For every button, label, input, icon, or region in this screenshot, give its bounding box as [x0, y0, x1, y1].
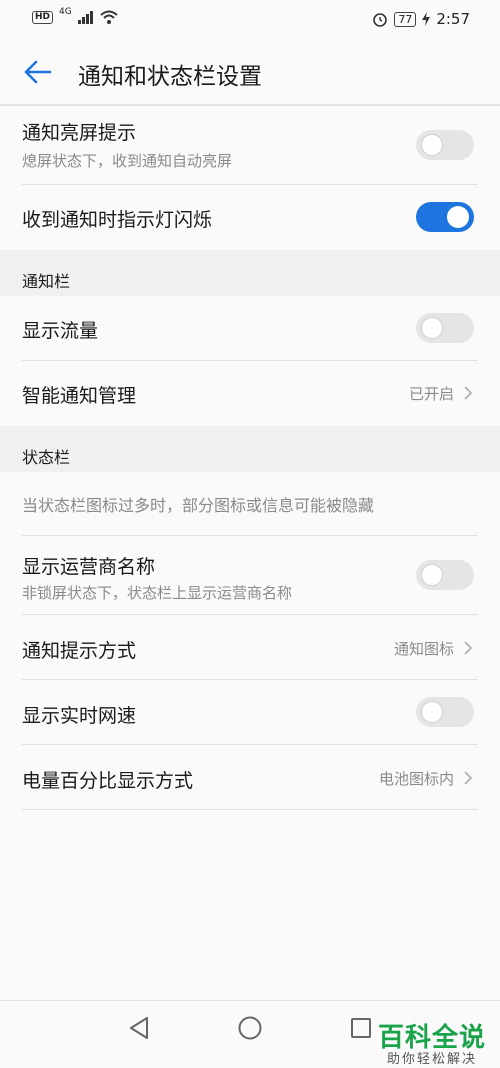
- wifi-icon: [100, 10, 118, 24]
- status-right: 77 2:57: [372, 10, 470, 28]
- setting-screen-wake[interactable]: 通知亮屏提示 熄屏状态下，收到通知自动亮屏: [22, 106, 478, 185]
- watermark-sub: 助你轻松解决: [386, 1052, 477, 1067]
- setting-subtitle: 熄屏状态下，收到通知自动亮屏: [22, 152, 233, 170]
- network-type: 4G: [59, 7, 72, 17]
- section-label: 状态栏: [22, 448, 71, 467]
- header: 通知和状态栏设置: [0, 40, 500, 106]
- toggle-knob: [447, 206, 469, 228]
- setting-title: 显示流量: [22, 320, 99, 342]
- watermark-main: 百科全说: [377, 1023, 486, 1053]
- toggle-knob: [421, 134, 443, 156]
- carrier-name-toggle[interactable]: [416, 560, 474, 590]
- setting-smart-notify[interactable]: 智能通知管理 已开启: [22, 361, 478, 425]
- status-left: HD 4G: [32, 7, 118, 24]
- section-status-bar: 状态栏: [0, 426, 500, 472]
- status-bar-hint: 当状态栏图标过多时，部分图标或信息可能被隐藏: [0, 472, 500, 534]
- setting-title: 通知亮屏提示: [22, 122, 137, 144]
- setting-net-speed[interactable]: 显示实时网速: [22, 680, 478, 745]
- setting-title: 通知提示方式: [22, 640, 137, 662]
- back-triangle-icon[interactable]: [127, 1015, 151, 1041]
- led-blink-toggle[interactable]: [416, 202, 474, 232]
- back-arrow-icon[interactable]: [20, 56, 56, 88]
- setting-title: 显示实时网速: [22, 705, 137, 727]
- setting-title: 智能通知管理: [22, 385, 137, 407]
- recents-square-icon[interactable]: [349, 1016, 373, 1040]
- section-notification-bar: 通知栏: [0, 250, 500, 296]
- setting-value: 通知图标: [393, 640, 454, 658]
- charging-icon: [422, 12, 431, 26]
- setting-value: 电池图标内: [378, 770, 454, 788]
- clock: 2:57: [436, 10, 470, 28]
- watermark-logo: 百科全说 助你轻松解决: [378, 1024, 486, 1068]
- signal-icon: [77, 11, 93, 24]
- setting-carrier-name[interactable]: 显示运营商名称 非锁屏状态下，状态栏上显示运营商名称: [22, 535, 478, 615]
- chevron-right-icon: [464, 641, 473, 655]
- show-traffic-toggle[interactable]: [416, 313, 474, 343]
- alarm-icon: [373, 13, 388, 27]
- chevron-right-icon: [464, 771, 473, 785]
- setting-subtitle: 非锁屏状态下，状态栏上显示运营商名称: [22, 584, 293, 602]
- setting-show-traffic[interactable]: 显示流量: [22, 296, 478, 361]
- setting-battery-percent[interactable]: 电量百分比显示方式 电池图标内: [22, 745, 478, 810]
- home-circle-icon[interactable]: [237, 1015, 263, 1041]
- setting-notify-style[interactable]: 通知提示方式 通知图标: [22, 614, 478, 680]
- page-title: 通知和状态栏设置: [78, 64, 262, 90]
- status-bar: HD 4G 77 2:57: [0, 0, 500, 40]
- hint-text: 当状态栏图标过多时，部分图标或信息可能被隐藏: [22, 496, 375, 515]
- toggle-knob: [421, 701, 443, 723]
- net-speed-toggle[interactable]: [416, 697, 474, 727]
- setting-title: 显示运营商名称: [22, 556, 156, 578]
- setting-title: 电量百分比显示方式: [22, 770, 194, 792]
- setting-led-blink[interactable]: 收到通知时指示灯闪烁: [22, 185, 478, 249]
- toggle-knob: [421, 317, 443, 339]
- chevron-right-icon: [464, 386, 473, 400]
- setting-title: 收到通知时指示灯闪烁: [22, 209, 213, 231]
- section-label: 通知栏: [22, 272, 71, 291]
- toggle-knob: [421, 564, 443, 586]
- hd-badge: HD: [32, 10, 54, 24]
- setting-value: 已开启: [408, 385, 454, 403]
- screen-wake-toggle[interactable]: [416, 130, 474, 160]
- battery-icon: 77: [394, 11, 417, 27]
